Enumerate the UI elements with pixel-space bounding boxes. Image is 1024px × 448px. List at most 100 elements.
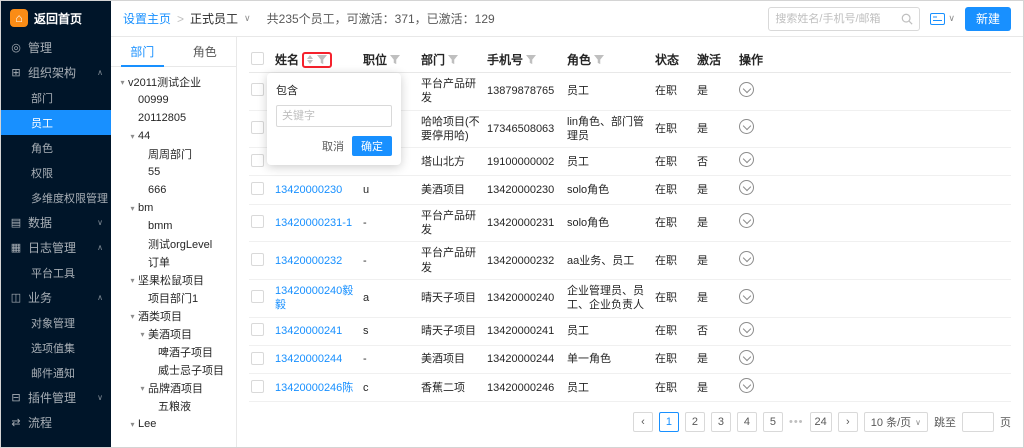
row-checkbox[interactable]: [251, 154, 264, 167]
tree-item[interactable]: 五粮液: [113, 397, 234, 415]
pagination-page-4[interactable]: 4: [737, 412, 757, 432]
sidebar-item-log-management[interactable]: ▦日志管理∧: [1, 235, 111, 260]
breadcrumb-home-link[interactable]: 设置主页: [123, 10, 171, 27]
filter-icon[interactable]: [448, 55, 458, 65]
pagination-page-1[interactable]: 1: [659, 412, 679, 432]
tree-item[interactable]: ▾bm: [113, 199, 234, 217]
tab-department[interactable]: 部门: [111, 37, 174, 66]
sidebar-item-org-structure[interactable]: ⊞组织架构∧: [1, 60, 111, 85]
filter-keyword-input[interactable]: [276, 105, 392, 127]
page-size-select[interactable]: 10 条/页∨: [864, 412, 928, 432]
tree-item[interactable]: 威士忌子项目: [113, 361, 234, 379]
search-input[interactable]: [775, 13, 901, 25]
row-actions-button[interactable]: [739, 289, 754, 304]
row-actions-button[interactable]: [739, 119, 754, 134]
filter-icon[interactable]: [526, 55, 536, 65]
sidebar-item-plugin-management[interactable]: ⊟插件管理∨: [1, 385, 111, 410]
tab-role[interactable]: 角色: [174, 37, 237, 66]
caret-down-icon[interactable]: ▾: [127, 204, 138, 213]
row-checkbox[interactable]: [251, 290, 264, 303]
row-actions-button[interactable]: [739, 180, 754, 195]
row-checkbox[interactable]: [251, 182, 264, 195]
row-actions-button[interactable]: [739, 82, 754, 97]
sidebar-item-data[interactable]: ▤数据∨: [1, 210, 111, 235]
row-checkbox[interactable]: [251, 380, 264, 393]
caret-down-icon[interactable]: ▾: [117, 78, 128, 87]
employee-name-link[interactable]: 13420000231-1: [275, 216, 363, 230]
tree-item[interactable]: 啤酒子项目: [113, 343, 234, 361]
employee-name-link[interactable]: 13420000246陈: [275, 381, 363, 395]
employee-name-link[interactable]: 13420000244: [275, 352, 363, 366]
row-actions-button[interactable]: [739, 322, 754, 337]
create-button[interactable]: 新建: [965, 7, 1011, 31]
sidebar-item-permission[interactable]: 权限: [1, 160, 111, 185]
pagination-page-2[interactable]: 2: [685, 412, 705, 432]
filter-icon[interactable]: [594, 55, 604, 65]
employee-name-link[interactable]: 13420000232: [275, 254, 363, 268]
caret-down-icon[interactable]: ▾: [137, 384, 148, 393]
breadcrumb-current[interactable]: 正式员工: [190, 10, 238, 27]
tree-item[interactable]: 666: [113, 181, 234, 199]
pagination-next-button[interactable]: ›: [838, 412, 858, 432]
back-to-home-logo[interactable]: ⌂ 返回首页: [1, 1, 111, 35]
row-checkbox[interactable]: [251, 83, 264, 96]
tree-item[interactable]: 项目部门1: [113, 289, 234, 307]
row-checkbox[interactable]: [251, 352, 264, 365]
pagination-prev-button[interactable]: ‹: [633, 412, 653, 432]
caret-down-icon[interactable]: ▾: [127, 132, 138, 141]
sidebar-item-multi-dimension-permission[interactable]: 多维度权限管理: [1, 185, 111, 210]
filter-cancel-button[interactable]: 取消: [322, 138, 344, 154]
sidebar-item-option-value-set[interactable]: 选项值集: [1, 335, 111, 360]
tree-item[interactable]: 55: [113, 163, 234, 181]
row-actions-button[interactable]: [739, 350, 754, 365]
caret-down-icon[interactable]: ▾: [137, 330, 148, 339]
tree-item[interactable]: ▾Lee: [113, 415, 234, 433]
tree-item[interactable]: 00999: [113, 91, 234, 109]
tree-item[interactable]: ▾品牌酒项目: [113, 379, 234, 397]
pagination-page-3[interactable]: 3: [711, 412, 731, 432]
caret-down-icon[interactable]: ▾: [127, 312, 138, 321]
jump-page-input[interactable]: [962, 412, 994, 432]
tree-item[interactable]: 周周部门: [113, 145, 234, 163]
sidebar-item-management[interactable]: ◎管理: [1, 35, 111, 60]
filter-icon[interactable]: [390, 55, 400, 65]
sidebar-item-object-management[interactable]: 对象管理: [1, 310, 111, 335]
sidebar-item-process[interactable]: ⇄流程: [1, 410, 111, 435]
row-checkbox[interactable]: [251, 215, 264, 228]
tree-item[interactable]: 20112805: [113, 109, 234, 127]
tree-item[interactable]: ▾美酒项目: [113, 325, 234, 343]
tree-item[interactable]: ▾酒类项目: [113, 307, 234, 325]
display-settings-button[interactable]: ∨: [930, 13, 955, 25]
select-all-checkbox[interactable]: [251, 52, 264, 65]
sidebar-item-employee[interactable]: 员工: [1, 110, 111, 135]
sidebar-item-role[interactable]: 角色: [1, 135, 111, 160]
row-checkbox[interactable]: [251, 121, 264, 134]
tree-item[interactable]: 订单: [113, 253, 234, 271]
row-actions-button[interactable]: [739, 152, 754, 167]
sort-icon[interactable]: [307, 55, 313, 64]
tree-item[interactable]: bmm: [113, 217, 234, 235]
breadcrumb-chevron-down-icon[interactable]: ∨: [244, 13, 251, 24]
caret-down-icon[interactable]: ▾: [127, 420, 138, 429]
employee-name-link[interactable]: 13420000241: [275, 324, 363, 338]
tree-item[interactable]: ▾v2011测试企业: [113, 73, 234, 91]
sidebar-item-business[interactable]: ◫业务∧: [1, 285, 111, 310]
filter-icon[interactable]: [317, 55, 327, 65]
tree-item[interactable]: 测试orgLevel: [113, 235, 234, 253]
employee-name-link[interactable]: 13420000240毅毅: [275, 284, 363, 313]
sidebar-item-email-notification[interactable]: 邮件通知: [1, 360, 111, 385]
sidebar-item-department[interactable]: 部门: [1, 85, 111, 110]
row-checkbox[interactable]: [251, 253, 264, 266]
sidebar-item-platform-tools[interactable]: 平台工具: [1, 260, 111, 285]
row-checkbox[interactable]: [251, 323, 264, 336]
row-actions-button[interactable]: [739, 378, 754, 393]
row-actions-button[interactable]: [739, 251, 754, 266]
row-actions-button[interactable]: [739, 213, 754, 228]
tree-item[interactable]: ▾坚果松鼠项目: [113, 271, 234, 289]
tree-item[interactable]: ▾44: [113, 127, 234, 145]
pagination-page-5[interactable]: 5: [763, 412, 783, 432]
filter-confirm-button[interactable]: 确定: [352, 136, 392, 156]
caret-down-icon[interactable]: ▾: [127, 276, 138, 285]
employee-name-link[interactable]: 13420000230: [275, 183, 363, 197]
pagination-page-24[interactable]: 24: [810, 412, 832, 432]
